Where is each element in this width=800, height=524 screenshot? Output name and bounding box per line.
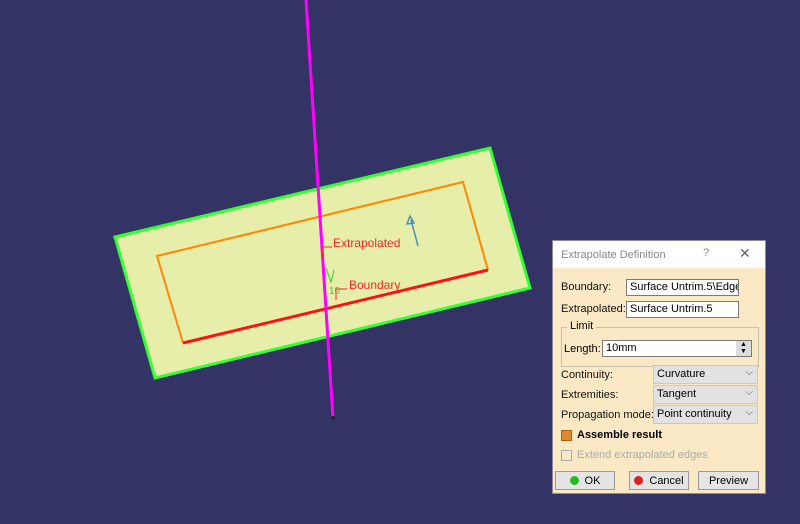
propagation-label: Propagation mode: <box>561 409 654 421</box>
dialog-titlebar[interactable]: Extrapolate Definition ? ✕ <box>553 241 765 268</box>
chevron-down-icon: ⌵ <box>745 407 753 418</box>
extremities-select[interactable]: Tangent ⌵ <box>653 385 758 404</box>
extremities-value: Tangent <box>657 388 697 400</box>
cancel-label: Cancel <box>649 474 684 487</box>
ok-label: OK <box>584 474 601 487</box>
length-field[interactable]: 10mm <box>602 340 752 357</box>
chevron-down-icon: ⌵ <box>745 367 753 378</box>
preview-label: Preview <box>708 474 749 487</box>
close-icon[interactable]: ✕ <box>739 245 751 262</box>
help-icon[interactable]: ? <box>703 247 709 259</box>
limit-group-label: Limit <box>567 320 597 332</box>
boundary-label: Boundary: <box>561 281 612 293</box>
extend-edges-label: Extend extrapolated edges <box>577 449 708 461</box>
extrapolate-dialog: Extrapolate Definition ? ✕ Boundary: Sur… <box>552 240 766 494</box>
extrapolated-field[interactable]: Surface Untrim.5 <box>626 301 739 318</box>
assemble-result-checkbox[interactable]: Assemble result <box>561 429 662 441</box>
length-spinner[interactable]: ▲ ▼ <box>736 341 751 356</box>
continuity-label: Continuity: <box>561 369 613 381</box>
extrapolated-label: Extrapolated: <box>561 303 626 315</box>
limit-group: Limit Length: 10mm ▲ ▼ <box>561 320 759 367</box>
ok-button[interactable]: OK <box>555 471 615 490</box>
propagation-select[interactable]: Point continuity ⌵ <box>653 405 758 424</box>
propagation-value: Point continuity <box>657 408 732 420</box>
cancel-button[interactable]: Cancel <box>629 471 689 490</box>
extend-edges-checkbox[interactable]: Extend extrapolated edges <box>561 449 708 461</box>
dialog-title: Extrapolate Definition <box>561 248 666 261</box>
cancel-icon <box>634 476 644 485</box>
checkbox-checked-icon <box>561 429 572 441</box>
extrapolated-label: Extrapolated <box>333 236 400 250</box>
continuity-select[interactable]: Curvature ⌵ <box>653 365 758 384</box>
assemble-result-label: Assemble result <box>577 429 662 441</box>
checkbox-unchecked-icon <box>561 449 572 461</box>
boundary-label: Boundary <box>349 278 400 292</box>
length-label: Length: <box>564 343 601 355</box>
continuity-value: Curvature <box>657 368 706 380</box>
extremities-label: Extremities: <box>561 389 619 401</box>
chevron-down-icon: ⌵ <box>745 387 753 398</box>
boundary-field[interactable]: Surface Untrim.5\Edge. <box>626 279 739 296</box>
dimension-label: 10 <box>329 286 341 297</box>
preview-button[interactable]: Preview <box>698 471 759 490</box>
ok-icon <box>569 476 579 485</box>
